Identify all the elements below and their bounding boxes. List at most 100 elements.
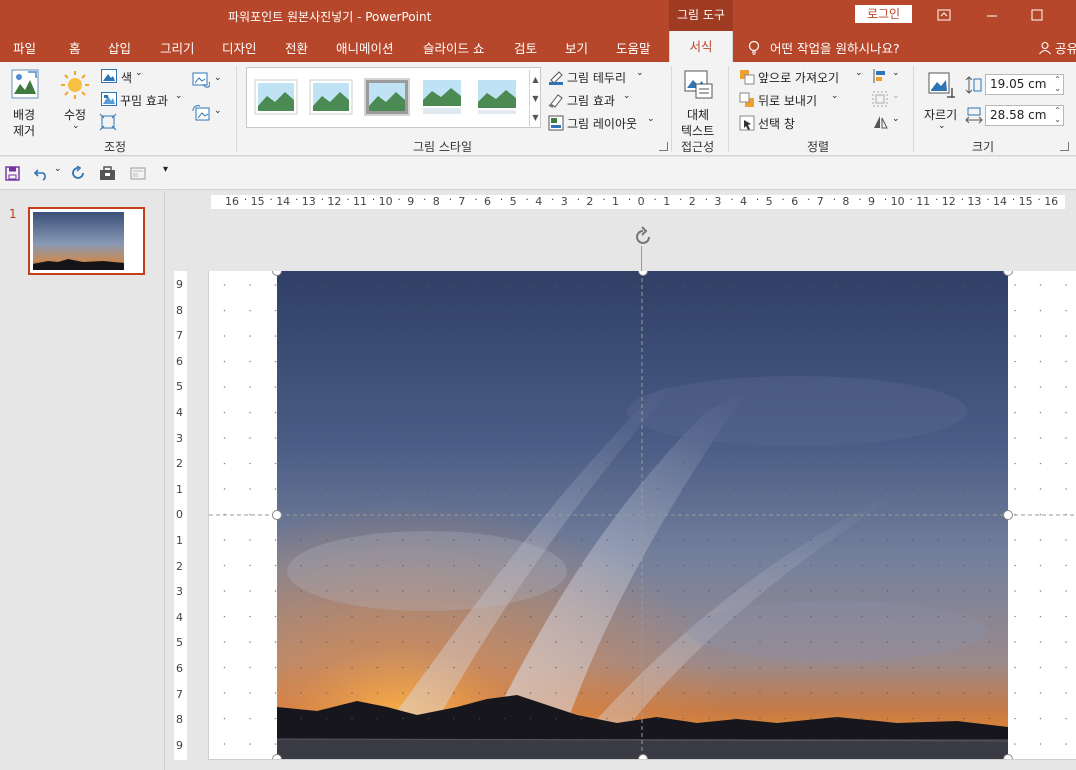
tab-slideshow[interactable]: 슬라이드 쇼 [423, 38, 484, 57]
picture-border-button[interactable]: 그림 테두리 ⌄ [546, 68, 650, 86]
group-icon [872, 91, 888, 107]
ruler-tick-label: 9 [176, 278, 183, 291]
corrections-chevron-icon: ⌄ [72, 121, 80, 131]
color-label: 색 [121, 71, 133, 85]
ruler-tick-label: 16 [225, 195, 239, 208]
ribbon-display-options-button[interactable] [930, 4, 958, 26]
style-metal-frame[interactable] [364, 78, 410, 116]
style-simple-frame[interactable] [253, 78, 299, 116]
width-value: 28.58 cm [990, 108, 1047, 122]
window-title: 파워포인트 원본사진넣기 - PowerPoint [228, 10, 432, 24]
picture-effects-button[interactable]: 그림 효과 ⌄ [546, 91, 636, 109]
sunset-photo[interactable] [277, 271, 1008, 760]
slide-thumbnail-panel [0, 191, 165, 770]
share-button[interactable]: 공유 [1038, 38, 1076, 57]
width-spinner-icon[interactable]: ⌃ ⌄ [1054, 106, 1061, 124]
ruler-tick-label: 8 [432, 195, 440, 208]
save-icon[interactable] [5, 166, 20, 181]
redo-icon[interactable] [71, 166, 86, 181]
slide-layout-icon[interactable] [130, 167, 146, 180]
toolbox-icon[interactable] [99, 166, 116, 181]
ruler-tick-label: 8 [176, 303, 183, 317]
undo-dropdown-icon[interactable]: ⌄ [54, 164, 62, 174]
tab-view[interactable]: 보기 [565, 38, 588, 57]
resize-handle-bottom-right[interactable] [1003, 754, 1013, 759]
signin-button[interactable]: 로그인 [855, 5, 912, 23]
adjust-group-label: 조정 [104, 140, 127, 154]
height-spinner-icon[interactable]: ⌃ ⌄ [1054, 75, 1061, 93]
ruler-tick-label: 2 [688, 195, 696, 208]
size-dialog-launcher[interactable] [1060, 142, 1069, 151]
tab-home[interactable]: 홈 [69, 38, 81, 57]
ruler-tick-label: 2 [176, 559, 183, 573]
tab-format[interactable]: 서식 [669, 31, 733, 62]
tell-me-search[interactable]: 어떤 작업을 원하시나요? [748, 38, 900, 57]
gallery-scroll-up[interactable]: ▲ [529, 70, 541, 88]
resize-handle-bottom[interactable] [638, 754, 648, 759]
picture-layout-button[interactable]: 그림 레이아웃 ⌄ [546, 114, 658, 132]
picture-border-dropdown-icon: ⌄ [636, 68, 644, 78]
rotation-handle-stem [641, 246, 642, 271]
color-dropdown-icon: ⌄ [135, 68, 143, 78]
tab-transitions[interactable]: 전환 [285, 38, 308, 57]
tab-animations[interactable]: 애니메이션 [336, 38, 394, 57]
styles-dialog-launcher[interactable] [659, 142, 668, 151]
style-reflected[interactable] [419, 78, 465, 116]
powerpoint-window: 파워포인트 원본사진넣기 - PowerPoint 그림 도구 로그인 파일 홈… [0, 0, 1076, 770]
ruler-tick-label: 9 [868, 195, 875, 208]
person-icon [1039, 41, 1051, 54]
bring-forward-dropdown-icon: ⌄ [855, 68, 863, 78]
maximize-button[interactable] [1023, 4, 1051, 26]
reset-picture-button[interactable]: ⌄ [192, 105, 222, 123]
slide-thumbnail[interactable] [28, 207, 145, 275]
resize-handle-bottom-left[interactable] [272, 754, 282, 759]
undo-icon[interactable] [33, 166, 49, 181]
ruler-tick-label: 1 [663, 195, 671, 208]
align-button[interactable]: ⌄ [872, 68, 902, 86]
minimize-button[interactable] [978, 4, 1006, 26]
tab-design[interactable]: 디자인 [222, 38, 257, 57]
sun-icon [61, 71, 89, 99]
style-soft-edge[interactable] [308, 78, 354, 116]
change-picture-button[interactable]: ⌄ [192, 72, 222, 90]
artistic-effects-button[interactable]: 꾸밈 효과 ⌄ [100, 91, 186, 109]
horizontal-ruler: 16 · 15 · 14 · 13 · 12 · 11 · 10 · 9 · 8 · 7 · 6 · 5 · 4 · 3 · 2 · 1 · 0… [211, 193, 1065, 209]
ruler-minor-tick: · [730, 193, 734, 206]
send-backward-button[interactable]: 뒤로 보내기 ⌄ [738, 91, 842, 109]
slide-canvas [208, 271, 1076, 760]
resize-handle-left[interactable] [272, 510, 282, 520]
height-input[interactable]: 19.05 cm ⌃ ⌄ [985, 74, 1064, 95]
gallery-more[interactable]: ▼ [529, 108, 541, 126]
selection-pane-icon [739, 115, 755, 131]
bring-forward-button[interactable]: 앞으로 가져오기 ⌄ [738, 68, 866, 86]
accessibility-group-label: 접근성 [681, 140, 715, 154]
tab-review[interactable]: 검토 [514, 38, 537, 57]
tab-insert[interactable]: 삽입 [108, 38, 131, 57]
group-button: ⌄ [872, 91, 902, 109]
remove-background-button[interactable]: 배경 제거 [6, 66, 46, 138]
resize-handle-right[interactable] [1003, 510, 1013, 520]
color-button[interactable]: 색 ⌄ [100, 68, 148, 86]
selection-pane-button[interactable]: 선택 창 [738, 114, 808, 132]
tab-draw[interactable]: 그리기 [160, 38, 195, 57]
crop-button[interactable]: 자르기 ⌄ [921, 66, 961, 138]
width-input[interactable]: 28.58 cm ⌃ ⌄ [985, 105, 1064, 126]
ruler-minor-tick: · [960, 193, 965, 206]
rotation-handle-icon[interactable] [632, 226, 654, 248]
tab-file[interactable]: 파일 [13, 38, 36, 57]
customize-qat-icon[interactable]: ▾ [163, 164, 168, 175]
ruler-tick-label: 8 [176, 713, 183, 727]
rotate-button[interactable]: ⌄ [872, 114, 902, 132]
gallery-scroll-down[interactable]: ▼ [529, 89, 541, 107]
rotate-icon [874, 116, 888, 129]
align-icon [873, 69, 885, 83]
resize-handle-top-right[interactable] [1003, 271, 1013, 276]
compress-pictures-button[interactable] [99, 113, 119, 131]
style-perspective[interactable] [474, 78, 520, 116]
ruler-tick-label: 1 [176, 482, 183, 496]
alt-text-button[interactable]: 대체 텍스트 [678, 66, 722, 138]
minimize-icon [987, 15, 997, 17]
corrections-button[interactable]: 수정 ⌄ [56, 66, 96, 138]
tab-help[interactable]: 도움말 [616, 38, 651, 57]
change-picture-icon [192, 72, 211, 88]
